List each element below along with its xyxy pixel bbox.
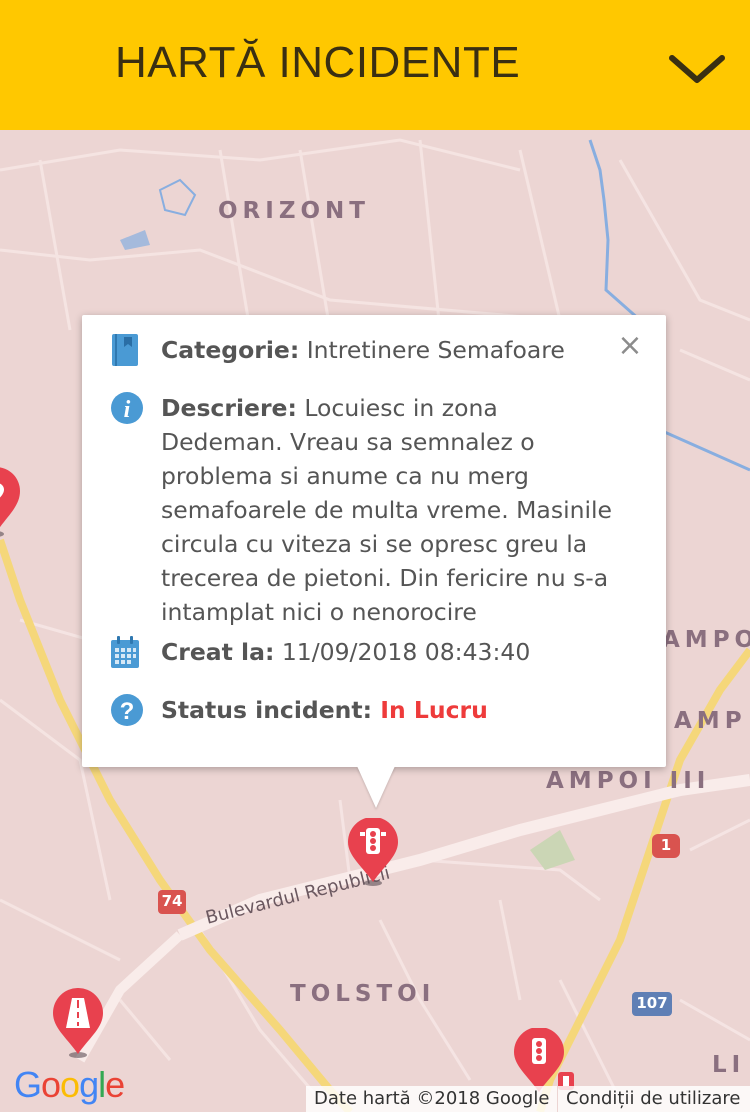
traffic-light-marker[interactable] — [346, 816, 400, 893]
category-label: Categorie: — [161, 336, 300, 364]
popup-pointer — [357, 766, 395, 808]
app-header: HARTĂ INCIDENTE — [0, 0, 750, 130]
description-label: Descriere: — [161, 394, 297, 422]
road-shield-1: 1 — [652, 834, 680, 858]
chevron-down-icon[interactable] — [666, 44, 728, 88]
description-value: Locuiesc in zona Dedeman. Vreau sa semna… — [161, 394, 613, 626]
area-label-ampoi-iii: AMPOI III — [546, 768, 711, 794]
road-shield-107: 107 — [632, 992, 672, 1016]
status-value: In Lucru — [372, 696, 488, 724]
area-label-tolstoi: TOLSTOI — [290, 981, 436, 1007]
heart-marker[interactable] — [0, 465, 20, 544]
road-shield-74: 74 — [158, 890, 186, 914]
description-row: i Descriere: Locuiesc in zona Dedeman. V… — [110, 391, 626, 631]
area-label-amp: AMP — [674, 708, 747, 734]
book-icon — [110, 333, 144, 367]
category-row: Categorie: Intretinere Semafoare — [110, 333, 626, 367]
map-data-attribution[interactable]: Date hartă ©2018 Google — [306, 1086, 558, 1112]
road-marker[interactable] — [50, 987, 106, 1065]
status-row: ? Status incident: In Lucru — [110, 693, 626, 727]
page-title: HARTĂ INCIDENTE — [115, 38, 521, 87]
svg-text:?: ? — [120, 698, 135, 725]
google-logo-text: Google — [14, 1064, 125, 1105]
area-label-orizont: ORIZONT — [218, 198, 370, 224]
created-value: 11/09/2018 08:43:40 — [274, 638, 531, 666]
help-icon: ? — [110, 693, 144, 727]
google-logo: Google — [14, 1064, 125, 1106]
calendar-icon — [110, 635, 144, 669]
svg-text:i: i — [124, 397, 131, 423]
info-icon: i — [110, 391, 144, 425]
area-label-ampoi: AMPOI — [662, 627, 750, 653]
description-text: Descriere: Locuiesc in zona Dedeman. Vre… — [161, 391, 626, 631]
created-row: Creat la: 11/09/2018 08:43:40 — [110, 635, 626, 669]
terms-of-use-link[interactable]: Condiții de utilizare — [558, 1086, 750, 1112]
category-value: Intretinere Semafoare — [299, 336, 565, 364]
created-label: Creat la: — [161, 638, 275, 666]
incident-info-popup: × Categorie: Intretinere Semafoare i Des… — [82, 315, 666, 767]
area-label-li: LI — [712, 1052, 746, 1078]
status-label: Status incident: — [161, 696, 373, 724]
